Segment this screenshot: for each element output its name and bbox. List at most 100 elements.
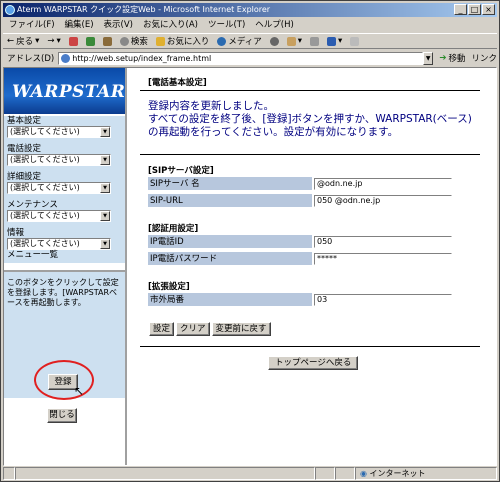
discuss-icon xyxy=(350,36,360,46)
status-bar: ◉ インターネット xyxy=(3,467,497,481)
top-page-button[interactable]: トップページへ戻る xyxy=(268,356,359,370)
divider xyxy=(140,90,480,91)
menu-view[interactable]: 表示(V) xyxy=(104,18,133,32)
update-message: 登録内容を更新しました。 すべての設定を終了後、[登録]ボタンを押すか、WARP… xyxy=(148,100,478,139)
message-line: の再起動を行ってください。設定が有効になります。 xyxy=(148,126,399,138)
media-icon xyxy=(217,36,227,46)
sidebar-maintenance-select[interactable]: (選択してください) ▼ xyxy=(7,210,111,222)
address-dropdown-button[interactable]: ▼ xyxy=(422,51,434,65)
search-icon xyxy=(119,36,129,46)
minimize-button[interactable]: _ xyxy=(454,4,467,15)
area-code-value: 03 xyxy=(317,295,328,304)
address-url: http://web.setup/index_frame.html xyxy=(72,53,212,63)
sidebar-phone-label: 電話設定 xyxy=(7,144,42,154)
chevron-down-icon: ▼ xyxy=(100,211,110,221)
menu-file[interactable]: ファイル(F) xyxy=(9,18,55,32)
sidebar-phone: 電話設定 (選択してください) ▼ xyxy=(7,144,123,166)
page-content: WARPSTAR 基本設定 (選択してください) ▼ 電話設定 (選択してくださ… xyxy=(3,67,497,466)
sidebar-detail-select[interactable]: (選択してください) ▼ xyxy=(7,182,111,194)
sidebar-info: 情報 (選択してください) ▼ xyxy=(7,228,123,250)
maximize-button[interactable]: □ xyxy=(468,4,481,15)
divider xyxy=(140,346,480,347)
set-button[interactable]: 設定 xyxy=(149,322,175,336)
sip-url-label: SIP-URL xyxy=(148,194,312,208)
chevron-down-icon: ▾ xyxy=(56,36,61,46)
go-button[interactable]: ➔ 移動 xyxy=(439,52,465,64)
phone-id-label: IP電話ID xyxy=(148,235,312,249)
sidebar-detail: 詳細設定 (選択してください) ▼ xyxy=(7,172,123,194)
toolbar: ← 戻る ▾ → ▾ 検索 お気に入り メディア ▾ ▾ xyxy=(3,33,497,49)
address-input[interactable]: http://web.setup/index_frame.html xyxy=(58,51,423,65)
register-note: このボタンをクリックして設定を登録します。[WARPSTARベースを再起動します… xyxy=(7,278,119,307)
sip-server-input[interactable]: @odn.ne.jp xyxy=(314,178,452,190)
highlight-circle xyxy=(34,360,94,400)
search-button[interactable]: 検索 xyxy=(119,35,148,47)
edit-button[interactable]: ▾ xyxy=(327,36,342,46)
menu-list-link[interactable]: メニュー一覧 xyxy=(7,248,58,260)
chevron-down-icon: ▼ xyxy=(100,183,110,193)
title-bar: Aterm WARPSTAR クイック設定Web - Microsoft Int… xyxy=(3,3,497,17)
favorites-button[interactable]: お気に入り xyxy=(155,35,209,47)
sidebar-menu: 基本設定 (選択してください) ▼ 電話設定 (選択してください) ▼ 詳細設定 xyxy=(4,116,125,263)
history-button[interactable] xyxy=(269,36,279,46)
menu-help[interactable]: ヘルプ(H) xyxy=(255,18,294,32)
discuss-button[interactable] xyxy=(350,36,360,46)
back-button[interactable]: ← 戻る ▾ xyxy=(7,35,39,47)
menu-bar: ファイル(F) 編集(E) 表示(V) お気に入り(A) ツール(T) ヘルプ(… xyxy=(3,18,497,32)
page-title: [電話基本設定] xyxy=(148,78,207,88)
clear-button[interactable]: クリア xyxy=(176,322,210,336)
window-title: Aterm WARPSTAR クイック設定Web - Microsoft Int… xyxy=(17,5,271,14)
status-blank xyxy=(315,467,335,480)
sip-url-input[interactable]: 050 @odn.ne.jp xyxy=(314,195,452,207)
form-buttons: 設定 クリア 変更前に戻す xyxy=(149,322,271,336)
sidebar-frame: WARPSTAR 基本設定 (選択してください) ▼ 電話設定 (選択してくださ… xyxy=(4,68,127,465)
menu-tools[interactable]: ツール(T) xyxy=(208,18,245,32)
refresh-button[interactable] xyxy=(85,36,95,46)
sidebar-phone-select[interactable]: (選択してください) ▼ xyxy=(7,154,111,166)
menu-edit[interactable]: 編集(E) xyxy=(65,18,94,32)
close-window-button[interactable]: × xyxy=(482,4,495,15)
password-input[interactable]: ***** xyxy=(314,253,452,265)
select-value: (選択してください) xyxy=(10,211,80,220)
chevron-down-icon: ▼ xyxy=(100,127,110,137)
media-label: メディア xyxy=(228,37,262,47)
revert-button[interactable]: 変更前に戻す xyxy=(211,322,271,336)
back-arrow-icon: ← xyxy=(7,36,15,46)
phone-id-input[interactable]: 050 xyxy=(314,236,452,248)
forward-button[interactable]: → ▾ xyxy=(47,36,60,46)
word-icon xyxy=(327,36,337,46)
address-label: アドレス(D) xyxy=(7,54,55,64)
mouse-cursor-icon: ↖ xyxy=(74,384,85,398)
sidebar-info-label: 情報 xyxy=(7,228,25,238)
go-arrow-icon: ➔ xyxy=(439,53,447,63)
chevron-down-icon: ▼ xyxy=(100,155,110,165)
go-label: 移動 xyxy=(448,54,466,64)
refresh-icon xyxy=(85,36,95,46)
address-bar: アドレス(D) http://web.setup/index_frame.htm… xyxy=(3,50,497,66)
logo-text: WARPSTAR xyxy=(12,82,126,102)
message-line: 登録内容を更新しました。 xyxy=(148,100,274,112)
status-blank xyxy=(335,467,355,480)
select-value: (選択してください) xyxy=(10,155,80,164)
print-icon xyxy=(310,36,320,46)
home-button[interactable] xyxy=(102,36,112,46)
links-button[interactable]: リンク xyxy=(471,52,497,64)
mail-button[interactable]: ▾ xyxy=(286,36,302,46)
media-button[interactable]: メディア xyxy=(217,35,262,47)
main-frame: [電話基本設定] 登録内容を更新しました。 すべての設定を終了後、[登録]ボタン… xyxy=(140,68,496,465)
area-code-row: 市外局番 03 xyxy=(148,293,454,307)
menu-favorites[interactable]: お気に入り(A) xyxy=(143,18,198,32)
password-row: IP電話パスワード ***** xyxy=(148,252,454,266)
divider xyxy=(140,154,480,155)
status-zone: ◉ インターネット xyxy=(355,467,497,480)
chevron-down-icon: ▾ xyxy=(35,36,40,46)
sidebar-maintenance-label: メンテナンス xyxy=(7,200,58,210)
sidebar-basic-label: 基本設定 xyxy=(7,116,42,126)
home-icon xyxy=(102,36,112,46)
mail-icon xyxy=(286,36,296,46)
sidebar-basic-select[interactable]: (選択してください) ▼ xyxy=(7,126,111,138)
print-button[interactable] xyxy=(310,36,320,46)
area-code-input[interactable]: 03 xyxy=(314,294,452,306)
stop-button[interactable] xyxy=(68,36,78,46)
close-button[interactable]: 閉じる xyxy=(47,408,77,423)
